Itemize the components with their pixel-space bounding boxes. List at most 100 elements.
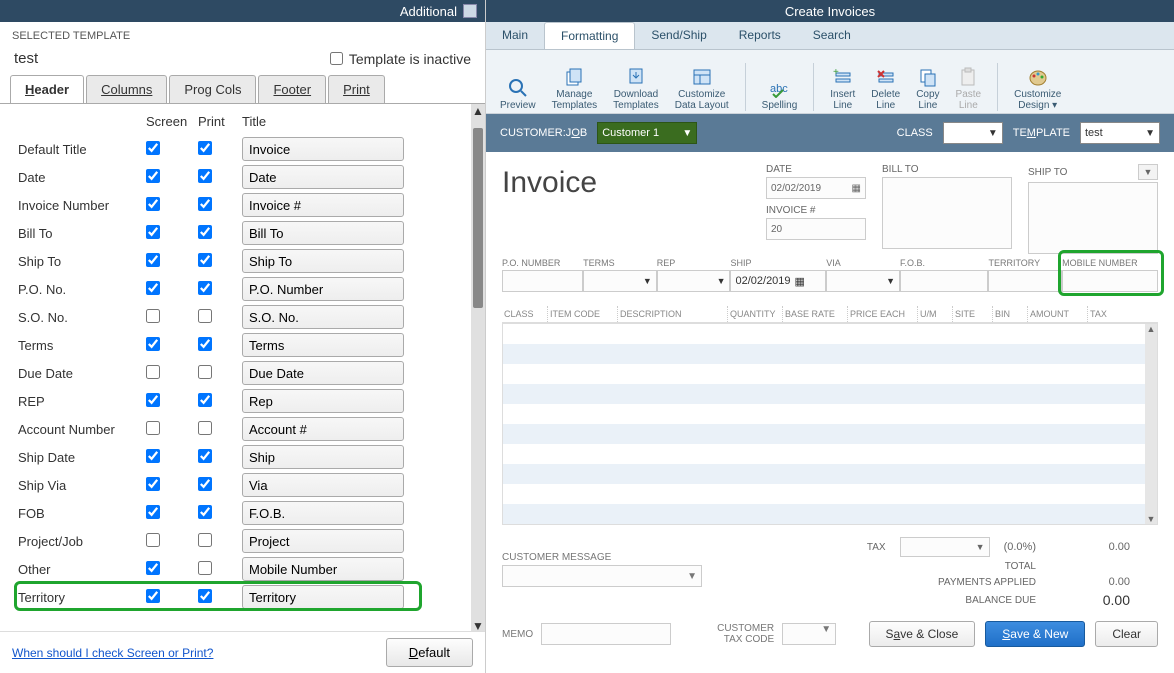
billto-box[interactable]	[882, 177, 1012, 249]
print-checkbox[interactable]	[198, 141, 212, 155]
print-checkbox[interactable]	[198, 533, 212, 547]
ribbon-customize-design[interactable]: CustomizeDesign ▾	[1010, 67, 1065, 111]
tax-combo[interactable]: ▼	[900, 537, 990, 557]
title-input[interactable]	[242, 165, 404, 189]
shipto-dropdown[interactable]: ▼	[1138, 164, 1158, 180]
customer-job-combo[interactable]: Customer 1▼	[597, 122, 697, 144]
template-inactive-checkbox[interactable]	[330, 52, 343, 65]
invoice-no-input[interactable]: 20	[766, 218, 866, 240]
print-checkbox[interactable]	[198, 589, 212, 603]
ribbon-insert-line[interactable]: +InsertLine	[826, 67, 859, 111]
title-input[interactable]	[242, 193, 404, 217]
print-checkbox[interactable]	[198, 253, 212, 267]
print-checkbox[interactable]	[198, 561, 212, 575]
date-input[interactable]: 02/02/2019▦	[766, 177, 866, 199]
screen-checkbox[interactable]	[146, 505, 160, 519]
title-input[interactable]	[242, 473, 404, 497]
print-checkbox[interactable]	[198, 337, 212, 351]
print-checkbox[interactable]	[198, 309, 212, 323]
print-checkbox[interactable]	[198, 281, 212, 295]
taxcode-combo[interactable]: ▼	[782, 623, 836, 645]
print-checkbox[interactable]	[198, 393, 212, 407]
title-input[interactable]	[242, 529, 404, 553]
ribbon-tab-send[interactable]: Send/Ship	[635, 22, 722, 49]
tab-footer[interactable]: Footer	[258, 75, 326, 103]
ribbon-tab-reports[interactable]: Reports	[723, 22, 797, 49]
po-input[interactable]	[502, 270, 583, 292]
print-checkbox[interactable]	[198, 197, 212, 211]
default-button[interactable]: Default	[386, 638, 473, 667]
save-new-button[interactable]: Save & New	[985, 621, 1085, 647]
print-checkbox[interactable]	[198, 365, 212, 379]
ribbon-tab-formatting[interactable]: Formatting	[544, 22, 635, 49]
tab-prog-cols[interactable]: Prog Cols	[169, 75, 256, 103]
screen-checkbox[interactable]	[146, 589, 160, 603]
fob-input[interactable]	[900, 270, 988, 292]
tab-columns[interactable]: Columns	[86, 75, 167, 103]
class-combo[interactable]: ▼	[943, 122, 1003, 144]
title-input[interactable]	[242, 501, 404, 525]
title-input[interactable]	[242, 333, 404, 357]
memo-input[interactable]	[541, 623, 671, 645]
clear-button[interactable]: Clear	[1095, 621, 1158, 647]
screen-checkbox[interactable]	[146, 225, 160, 239]
ribbon-tab-main[interactable]: Main	[486, 22, 544, 49]
screen-checkbox[interactable]	[146, 477, 160, 491]
line-item-grid[interactable]: ▲▼	[502, 323, 1158, 525]
title-input[interactable]	[242, 389, 404, 413]
window-control-icon[interactable]	[463, 4, 477, 18]
screen-checkbox[interactable]	[146, 421, 160, 435]
screen-checkbox[interactable]	[146, 449, 160, 463]
screen-checkbox[interactable]	[146, 253, 160, 267]
print-checkbox[interactable]	[198, 449, 212, 463]
ribbon-customize-data-layout[interactable]: CustomizeData Layout	[671, 67, 733, 111]
ribbon-download-templates[interactable]: DownloadTemplates	[609, 67, 663, 111]
shipto-box[interactable]	[1028, 182, 1158, 254]
screen-checkbox[interactable]	[146, 533, 160, 547]
tab-header[interactable]: Header	[10, 75, 84, 103]
grid-scrollbar[interactable]: ▲▼	[1145, 324, 1157, 524]
title-input[interactable]	[242, 249, 404, 273]
template-combo[interactable]: test▼	[1080, 122, 1160, 144]
via-combo[interactable]: ▼	[826, 270, 900, 292]
memo-label: MEMO	[502, 629, 533, 640]
title-input[interactable]	[242, 277, 404, 301]
left-scrollbar[interactable]: ▲▼	[471, 104, 485, 631]
title-input[interactable]	[242, 417, 404, 441]
screen-checkbox[interactable]	[146, 337, 160, 351]
title-input[interactable]	[242, 445, 404, 469]
screen-checkbox[interactable]	[146, 309, 160, 323]
rep-combo[interactable]: ▼	[657, 270, 731, 292]
ship-date-input[interactable]: 02/02/2019▦	[730, 270, 826, 292]
help-link[interactable]: When should I check Screen or Print?	[12, 646, 213, 660]
print-checkbox[interactable]	[198, 225, 212, 239]
tab-print[interactable]: Print	[328, 75, 385, 103]
save-close-button[interactable]: Save & Close	[869, 621, 976, 647]
title-input[interactable]	[242, 585, 404, 609]
screen-checkbox[interactable]	[146, 197, 160, 211]
print-checkbox[interactable]	[198, 169, 212, 183]
screen-checkbox[interactable]	[146, 365, 160, 379]
title-input[interactable]	[242, 137, 404, 161]
territory-input[interactable]	[988, 270, 1062, 292]
print-checkbox[interactable]	[198, 477, 212, 491]
screen-checkbox[interactable]	[146, 393, 160, 407]
title-input[interactable]	[242, 305, 404, 329]
ribbon-manage-templates[interactable]: ManageTemplates	[548, 67, 602, 111]
customer-message-combo[interactable]: ▼	[502, 565, 702, 587]
ribbon-preview[interactable]: Preview	[496, 78, 540, 111]
screen-checkbox[interactable]	[146, 561, 160, 575]
ribbon-tab-search[interactable]: Search	[797, 22, 867, 49]
title-input[interactable]	[242, 221, 404, 245]
print-checkbox[interactable]	[198, 421, 212, 435]
screen-checkbox[interactable]	[146, 141, 160, 155]
title-input[interactable]	[242, 557, 404, 581]
print-checkbox[interactable]	[198, 505, 212, 519]
screen-checkbox[interactable]	[146, 169, 160, 183]
terms-combo[interactable]: ▼	[583, 270, 657, 292]
ribbon-copy-line[interactable]: CopyLine	[912, 67, 943, 111]
ribbon-delete-line[interactable]: DeleteLine	[867, 67, 904, 111]
title-input[interactable]	[242, 361, 404, 385]
ribbon-spelling[interactable]: abcSpelling	[758, 78, 802, 111]
screen-checkbox[interactable]	[146, 281, 160, 295]
